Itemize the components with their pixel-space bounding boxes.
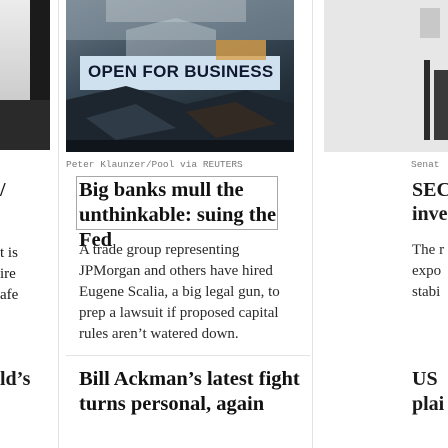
left-headline-fragment[interactable]: / [0,178,6,202]
right-dek-line-2: expo [412,263,442,279]
news-page: / t is ire afe ld’s OPEN FOR BUSINESS Pe… [0,0,448,448]
photo-credit: Peter Klaunzer/Pool via REUTERS [66,159,243,170]
left-dek-line-1: t is [0,245,18,261]
right-photo-credit-fragment: Senat [411,159,440,170]
right-photo-scene [324,0,448,152]
left-headline-2-fragment[interactable]: ld’s [0,367,30,391]
left-column-clipped: / t is ire afe ld’s [0,0,50,448]
left-dek-line-2: ire [0,266,16,282]
right-dek-line-3: stabi [412,284,441,300]
left-dek-line-3: afe [0,287,19,303]
right-headline-line-1[interactable]: SEC [412,178,448,202]
article-dek: A trade group representing JPMorgan and … [79,242,280,342]
article-divider [66,355,310,356]
right-headline-2-line-1[interactable]: US [412,367,438,391]
left-article-photo[interactable] [0,0,50,150]
article-photo-open-for-business[interactable]: OPEN FOR BUSINESS [66,0,294,152]
article-2-headline-link[interactable]: Bill Ackman’s latest fight turns persona… [79,367,309,417]
right-dek-line-1: The r [412,242,445,258]
right-headline-line-2[interactable]: inve [412,202,448,226]
right-headline-2-line-2[interactable]: plai [412,392,444,416]
column-divider-left [58,0,59,448]
right-article-photo[interactable] [324,0,448,152]
sign-text: OPEN FOR BUSINESS [88,62,274,81]
